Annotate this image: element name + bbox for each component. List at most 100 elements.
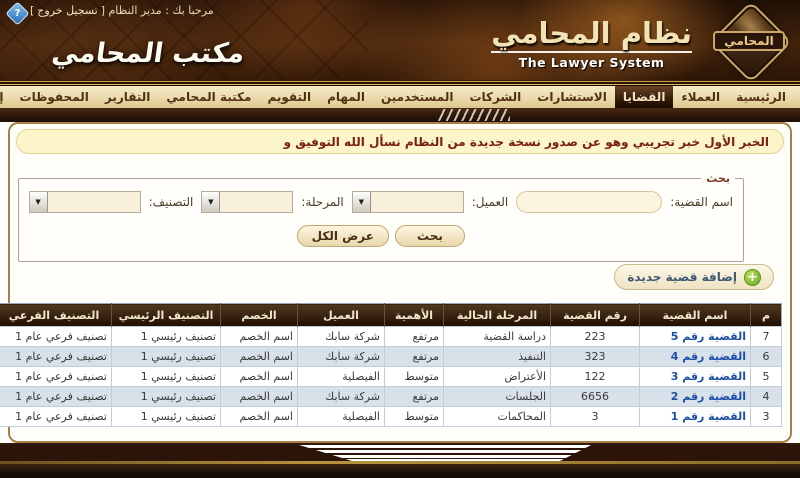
main-classification-cell: تصنيف رئيسي 1 [111, 406, 221, 427]
table-row: 6 القضية رقم 4 323 التنفيذ مرتفع شركة سابك اسم… [0, 346, 782, 367]
case-name-label: اسم القضية: [670, 195, 733, 209]
nav-tab-calendar[interactable]: التقويم [259, 86, 319, 108]
current-stage-cell: التنفيذ [443, 346, 551, 367]
search-legend: بحث [706, 172, 730, 185]
row-index-cell: 6 [750, 346, 782, 367]
client-cell: الفيصلية [297, 406, 385, 427]
current-stage-cell: الجلسات [443, 386, 551, 407]
plus-icon: + [744, 268, 761, 286]
footer-ornament-band [0, 443, 800, 461]
nav-tab-consultations[interactable]: الاستشارات [529, 86, 615, 108]
case-name-cell: القضية رقم 3 [639, 366, 751, 387]
main-classification-cell: تصنيف رئيسي 1 [111, 366, 221, 387]
nav-tab-reports[interactable]: التقارير [97, 86, 159, 108]
nav-tab-library[interactable]: مكتبة المحامي [158, 86, 259, 108]
stage-select[interactable]: ▼ [201, 191, 294, 213]
table-row: 3 القضية رقم 1 3 المحاكمات متوسط الفيصلية اسم … [0, 406, 782, 427]
sub-classification-cell: تصنيف فرعي عام 1 [0, 366, 112, 387]
search-button[interactable]: بحث [394, 225, 465, 247]
nav-tab-clients[interactable]: العملاء [673, 86, 728, 108]
column-header: الأهمية [384, 303, 444, 327]
diagonal-stripes-ornament [438, 109, 510, 121]
nav-tab-settings[interactable]: إعدادات [0, 86, 12, 108]
lawyer-system-app: ? مرحبا بك : مدير النظام [ تسجيل خروج ] … [0, 0, 800, 478]
case-name-cell: القضية رقم 5 [639, 326, 751, 347]
case-name-link[interactable]: القضية رقم 1 [671, 410, 746, 423]
row-index-cell: 7 [750, 326, 782, 347]
case-name-link[interactable]: القضية رقم 4 [671, 350, 746, 363]
case-name-link[interactable]: القضية رقم 2 [671, 390, 746, 403]
app-logo: نظام المحامي The Lawyer System [491, 16, 692, 70]
logout-link[interactable]: تسجيل خروج [37, 4, 97, 17]
case-name-cell: القضية رقم 1 [639, 406, 751, 427]
nav-tab-users[interactable]: المستخدمين [373, 86, 461, 108]
add-case-label: إضافة قضية جديدة [627, 270, 737, 284]
add-case-button[interactable]: + إضافة قضية جديدة [614, 264, 774, 290]
classification-select[interactable]: ▼ [28, 191, 141, 213]
logo-badge-icon: المحامي [708, 0, 793, 84]
case-number-cell: 3 [550, 406, 640, 427]
column-header: اسم القضية [639, 303, 751, 327]
show-all-button[interactable]: عرض الكل [296, 225, 389, 247]
case-number-cell: 122 [550, 366, 640, 387]
footer-dark-bar [0, 464, 800, 478]
column-header: المرحلة الحالية [443, 303, 551, 327]
main-classification-cell: تصنيف رئيسي 1 [111, 346, 221, 367]
welcome-suffix: ] [30, 4, 35, 17]
nav-tab-archives[interactable]: المحفوظات [12, 86, 97, 108]
logo-title: نظام المحامي [491, 16, 692, 50]
importance-cell: متوسط [384, 366, 444, 387]
nav-tab-companies[interactable]: الشركات [461, 86, 529, 108]
current-stage-cell: المحاكمات [443, 406, 551, 427]
office-title: مكتب المحامي [49, 38, 247, 69]
column-header: الخصم [220, 303, 298, 327]
row-index-cell: 3 [750, 406, 782, 427]
nav-tab-home[interactable]: الرئيسية [728, 86, 794, 108]
client-label: العميل: [471, 195, 509, 209]
search-panel: بحث اسم القضية: العميل: ▼ المرحلة: ▼ الت… [17, 172, 744, 262]
search-buttons-row: بحث عرض الكل [19, 225, 743, 247]
opponent-cell: اسم الخصم [220, 326, 298, 347]
classification-label: التصنيف: [148, 195, 194, 209]
opponent-cell: اسم الخصم [220, 406, 298, 427]
case-name-link[interactable]: القضية رقم 5 [671, 330, 746, 343]
sub-classification-cell: تصنيف فرعي عام 1 [0, 386, 112, 407]
case-name-cell: القضية رقم 4 [639, 346, 751, 367]
case-number-cell: 323 [550, 346, 640, 367]
sub-classification-cell: تصنيف فرعي عام 1 [0, 326, 112, 347]
case-number-cell: 6656 [550, 386, 640, 407]
case-name-cell: القضية رقم 2 [639, 386, 751, 407]
case-name-link[interactable]: القضية رقم 3 [671, 370, 746, 383]
case-name-input[interactable] [516, 191, 663, 213]
nav-tab-cases[interactable]: القضايا [614, 86, 674, 108]
client-select[interactable]: ▼ [351, 191, 464, 213]
sub-classification-cell: تصنيف فرعي عام 1 [0, 406, 112, 427]
column-header: التصنيف الفرعي [0, 303, 112, 327]
app-header: ? مرحبا بك : مدير النظام [ تسجيل خروج ] … [0, 0, 800, 84]
importance-cell: مرتفع [384, 326, 444, 347]
row-index-cell: 4 [750, 386, 782, 407]
current-stage-cell: دراسة القضية [443, 326, 551, 347]
footer-left-shape [0, 445, 352, 461]
opponent-cell: اسم الخصم [220, 366, 298, 387]
case-number-cell: 223 [550, 326, 640, 347]
nav-underband [0, 108, 800, 122]
main-nav: الرئيسية العملاء القضايا الاستشارات الشركات ا… [0, 86, 800, 108]
chevron-down-icon: ▼ [29, 192, 48, 212]
table-row: 4 القضية رقم 2 6656 الجلسات مرتفع شركة سابك اس… [0, 386, 782, 407]
stage-select-value [220, 192, 292, 212]
badge-label: المحامي [713, 31, 785, 51]
chevron-down-icon: ▼ [352, 192, 371, 212]
client-select-value [371, 192, 463, 212]
cases-table: م اسم القضية رقم القضية المرحلة الحالية الأه… [0, 303, 782, 427]
current-stage-cell: الأعتراض [443, 366, 551, 387]
client-cell: شركة سابك [297, 326, 385, 347]
chevron-down-icon: ▼ [202, 192, 221, 212]
client-cell: الفيصلية [297, 366, 385, 387]
nav-tab-tasks[interactable]: المهام [319, 86, 373, 108]
importance-cell: مرتفع [384, 346, 444, 367]
sub-classification-cell: تصنيف فرعي عام 1 [0, 346, 112, 367]
content-panel: الخبر الأول خبر تجريبي وهو عن صدور نسخة … [0, 122, 792, 443]
importance-cell: مرتفع [384, 386, 444, 407]
search-fields-row: اسم القضية: العميل: ▼ المرحلة: ▼ التصنيف… [19, 185, 743, 213]
